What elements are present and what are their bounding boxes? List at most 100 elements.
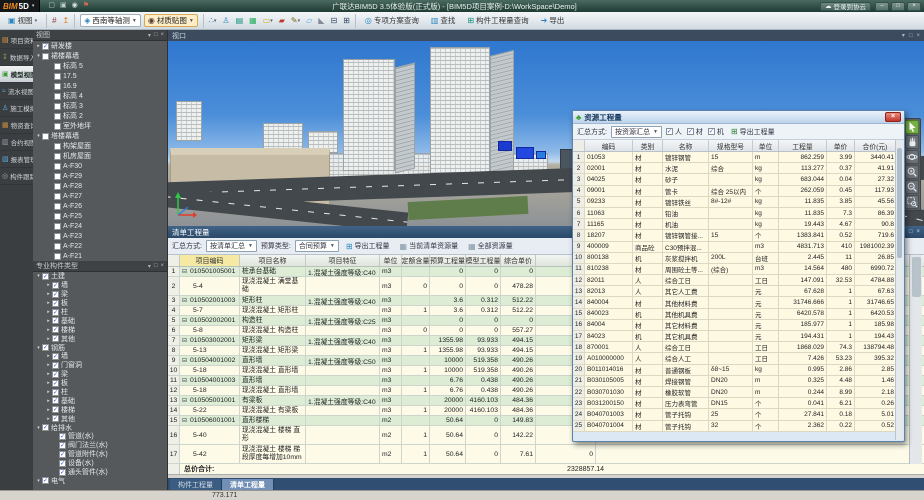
tree-item[interactable]: 管道(水) xyxy=(33,432,167,441)
checkbox[interactable] xyxy=(52,335,59,342)
row-expander-icon[interactable]: ⊟ xyxy=(182,417,189,424)
dialog-vertical-scrollbar[interactable] xyxy=(895,140,903,440)
sidebar-nav-item[interactable]: ▥ 合约视图 xyxy=(0,134,33,151)
checkbox[interactable] xyxy=(52,371,59,378)
column-header[interactable]: 项目特征 xyxy=(306,255,380,266)
bottom-tab[interactable]: 构件工程量 xyxy=(170,479,222,490)
checkbox[interactable] xyxy=(54,243,61,250)
resource-row[interactable]: 21 B030105005 材 焊接钢管 DN20 m 0.325 4.48 1… xyxy=(573,376,896,387)
checkbox[interactable] xyxy=(666,128,673,135)
row-expander-icon[interactable]: ⊟ xyxy=(182,397,189,404)
tree-item[interactable]: 通头管件(水) xyxy=(33,468,167,477)
checkbox[interactable] xyxy=(54,183,61,190)
sidebar-nav-item[interactable]: ♙ 施工模拟 xyxy=(0,100,33,117)
tree-item[interactable]: A-F28 xyxy=(33,181,167,191)
expander-icon[interactable]: ▾ xyxy=(35,53,42,59)
resource-row[interactable]: 23 B031200150 材 压力表弯管 DN15 个 0.041 6.21 … xyxy=(573,398,896,409)
checkbox[interactable] xyxy=(52,397,59,404)
checkbox[interactable] xyxy=(52,362,59,369)
tree-item[interactable]: 标高 5 xyxy=(33,61,167,71)
expander-icon[interactable]: ▸ xyxy=(45,353,52,359)
checkbox[interactable] xyxy=(52,353,59,360)
resource-type-filter[interactable]: 人 xyxy=(666,127,682,137)
row-expander-icon[interactable]: ⊟ xyxy=(182,297,189,304)
checkbox[interactable] xyxy=(687,128,694,135)
monitor-icon[interactable]: ▢ xyxy=(48,0,55,12)
column-header[interactable] xyxy=(168,255,180,266)
zoom-out-tool[interactable] xyxy=(905,180,919,194)
checkbox[interactable] xyxy=(54,143,61,150)
resource-row[interactable]: 13 82013 人 其它人工费 元 67.628 1 67.63 xyxy=(573,286,896,297)
column-header[interactable]: 类别 xyxy=(633,140,663,151)
expander-icon[interactable]: ▾ xyxy=(35,273,42,279)
expander-icon[interactable]: ▾ xyxy=(35,345,42,351)
float-icon[interactable]: □ xyxy=(909,229,913,235)
view-menu-button[interactable]: ▣ 视图 ▾ xyxy=(4,14,41,27)
column-header[interactable]: 单价 xyxy=(827,140,855,151)
tree-item[interactable]: 室外地坪 xyxy=(33,121,167,131)
checkbox[interactable] xyxy=(59,451,66,458)
tree-item[interactable]: ▸ 梁 xyxy=(33,370,167,379)
column-header[interactable]: 编码 xyxy=(585,140,633,151)
checkbox[interactable] xyxy=(54,83,61,90)
expander-icon[interactable]: ▸ xyxy=(45,362,52,368)
column-header[interactable]: 规格型号 xyxy=(709,140,753,151)
tree-item[interactable]: A-F30 xyxy=(33,161,167,171)
column-header[interactable]: 单位 xyxy=(380,255,402,266)
checkbox[interactable] xyxy=(42,53,49,60)
tree-item[interactable]: ▸ 楼梯 xyxy=(33,325,167,334)
checkbox[interactable] xyxy=(54,63,61,70)
expander-icon[interactable]: ▸ xyxy=(45,336,52,342)
tree-item[interactable]: ▸ 基础 xyxy=(33,396,167,405)
tree-item[interactable]: ▸ 板 xyxy=(33,379,167,388)
expander-icon[interactable]: ▸ xyxy=(45,416,52,422)
resource-row[interactable]: 11 810238 材 周围砼土等... (综合) m3 14.564 480 … xyxy=(573,264,896,275)
crane-icon[interactable]: ↥ xyxy=(63,16,70,25)
select-cursor-tool[interactable] xyxy=(905,120,919,134)
checkbox[interactable] xyxy=(42,477,49,484)
scrollbar-thumb[interactable] xyxy=(912,257,921,297)
table-row[interactable]: 17 5-42 现浇混凝土 楼梯 梯段厚度每增加10mm m2 1 50.64 … xyxy=(168,445,924,464)
close-icon[interactable]: × xyxy=(160,263,164,269)
tree-item[interactable]: ▸ 板 xyxy=(33,299,167,308)
checkbox[interactable] xyxy=(54,173,61,180)
checkbox[interactable] xyxy=(54,233,61,240)
checkbox[interactable] xyxy=(52,406,59,413)
component-quantity-query-button[interactable]: ⊞构件工程量查询 xyxy=(463,14,532,27)
checkbox[interactable] xyxy=(42,344,49,351)
sidebar-nav-item[interactable]: ↧ 数据导入 xyxy=(0,49,33,66)
tree-item[interactable]: 标高 3 xyxy=(33,101,167,111)
tree-item[interactable]: ▸ 其他 xyxy=(33,414,167,423)
checkbox[interactable] xyxy=(59,442,66,449)
resource-row[interactable]: 9 400009 商品砼 C30预拌混... m3 4831.713 410 1… xyxy=(573,242,896,253)
close-button[interactable]: × xyxy=(907,2,921,11)
sidebar-nav-item[interactable]: ≈ 流水视图 xyxy=(0,83,33,100)
tree-item[interactable]: ▾ 给排水 xyxy=(33,423,167,432)
zoom-in-tool[interactable] xyxy=(905,165,919,179)
maximize-button[interactable]: □ xyxy=(891,2,905,11)
tree-item[interactable]: ▸ 墙 xyxy=(33,352,167,361)
column-header[interactable] xyxy=(573,140,585,151)
resource-type-filter[interactable]: 机 xyxy=(708,127,724,137)
resource-row[interactable]: 17 84023 机 其它机具费 元 194.431 1 194.43 xyxy=(573,331,896,342)
checkbox[interactable] xyxy=(54,213,61,220)
dialog-close-button[interactable]: × xyxy=(885,112,901,122)
tree-item[interactable]: ▸ 基础 xyxy=(33,316,167,325)
expander-icon[interactable]: ▸ xyxy=(45,389,52,395)
checkbox[interactable] xyxy=(54,163,61,170)
checkbox[interactable] xyxy=(54,193,61,200)
checkbox[interactable] xyxy=(52,380,59,387)
checkbox[interactable] xyxy=(54,153,61,160)
expander-icon[interactable]: ▸ xyxy=(45,398,52,404)
tree-item[interactable]: A-F21 xyxy=(33,251,167,261)
close-icon[interactable]: × xyxy=(916,33,920,39)
login-cloud-button[interactable]: ☁ 登录到协云 xyxy=(820,2,871,11)
pin-icon[interactable]: ▾ xyxy=(148,32,151,39)
resource-row[interactable]: 14 840004 材 其他材料费 元 31746.666 1 31746.65 xyxy=(573,297,896,308)
expander-icon[interactable]: ▸ xyxy=(45,407,52,413)
expander-icon[interactable]: ▸ xyxy=(45,282,52,288)
find-button[interactable]: ▥查找 xyxy=(427,14,460,27)
display-style-select[interactable]: ◉ 材质贴图 ▼ xyxy=(144,14,198,27)
checkbox[interactable] xyxy=(54,253,61,260)
sidebar-nav-item[interactable]: ▤ 项目资料 xyxy=(0,32,33,49)
